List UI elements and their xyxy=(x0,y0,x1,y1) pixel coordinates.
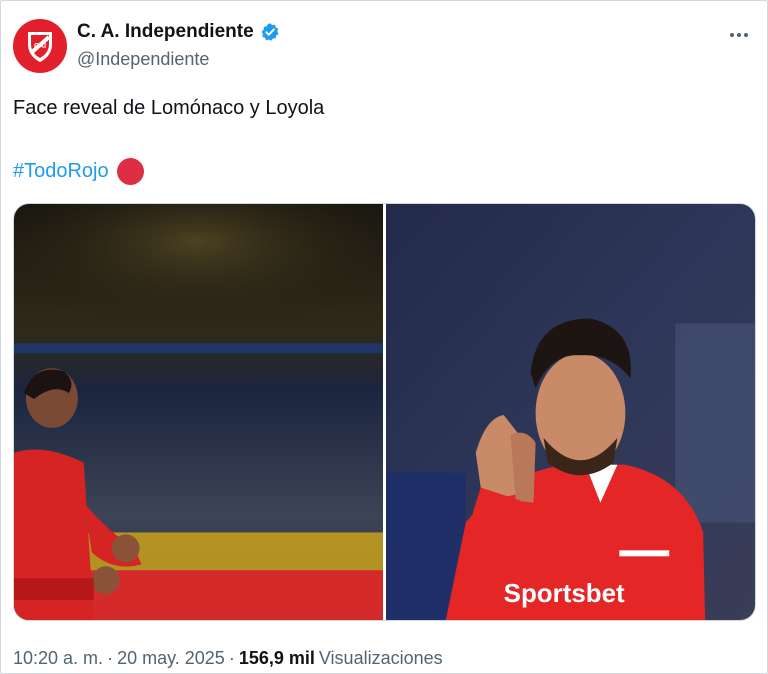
media-grid: Sportsbet xyxy=(13,203,756,621)
shirt-sponsor-text: Sportsbet xyxy=(504,580,625,608)
photo-left-image xyxy=(14,204,383,620)
tweet-time[interactable]: 10:20 a. m. xyxy=(13,648,103,669)
tweet-meta: 10:20 a. m. · 20 may. 2025 · 156,9 mil V… xyxy=(13,648,443,669)
more-dot-icon xyxy=(737,33,741,37)
red-circle-emoji xyxy=(116,158,144,185)
photo-right[interactable]: Sportsbet xyxy=(386,204,755,620)
photo-right-image: Sportsbet xyxy=(386,204,755,620)
hashtag-row: #TodoRojo xyxy=(13,158,144,185)
author-name-row[interactable]: C. A. Independiente xyxy=(77,21,280,43)
club-crest-icon: CAI xyxy=(28,32,52,62)
author-display-name[interactable]: C. A. Independiente xyxy=(77,21,254,43)
photo-left[interactable] xyxy=(14,204,383,620)
more-dot-icon xyxy=(744,33,748,37)
author-handle[interactable]: @Independiente xyxy=(77,49,209,70)
more-dot-icon xyxy=(730,33,734,37)
more-options-button[interactable] xyxy=(725,25,753,45)
svg-text:CAI: CAI xyxy=(34,43,46,50)
hashtag-link[interactable]: #TodoRojo xyxy=(13,160,109,183)
tweet-card: CAI C. A. Independiente @Independiente F… xyxy=(0,0,768,674)
account-avatar[interactable]: CAI xyxy=(13,19,67,73)
views-label: Visualizaciones xyxy=(318,648,443,668)
tweet-text: Face reveal de Lomónaco y Loyola xyxy=(13,97,325,119)
meta-separator: · xyxy=(228,648,235,668)
verified-badge-icon xyxy=(261,23,279,41)
meta-separator: · xyxy=(107,648,114,668)
views-count: 156,9 mil xyxy=(238,648,315,668)
tweet-date[interactable]: 20 may. 2025 xyxy=(117,648,225,669)
